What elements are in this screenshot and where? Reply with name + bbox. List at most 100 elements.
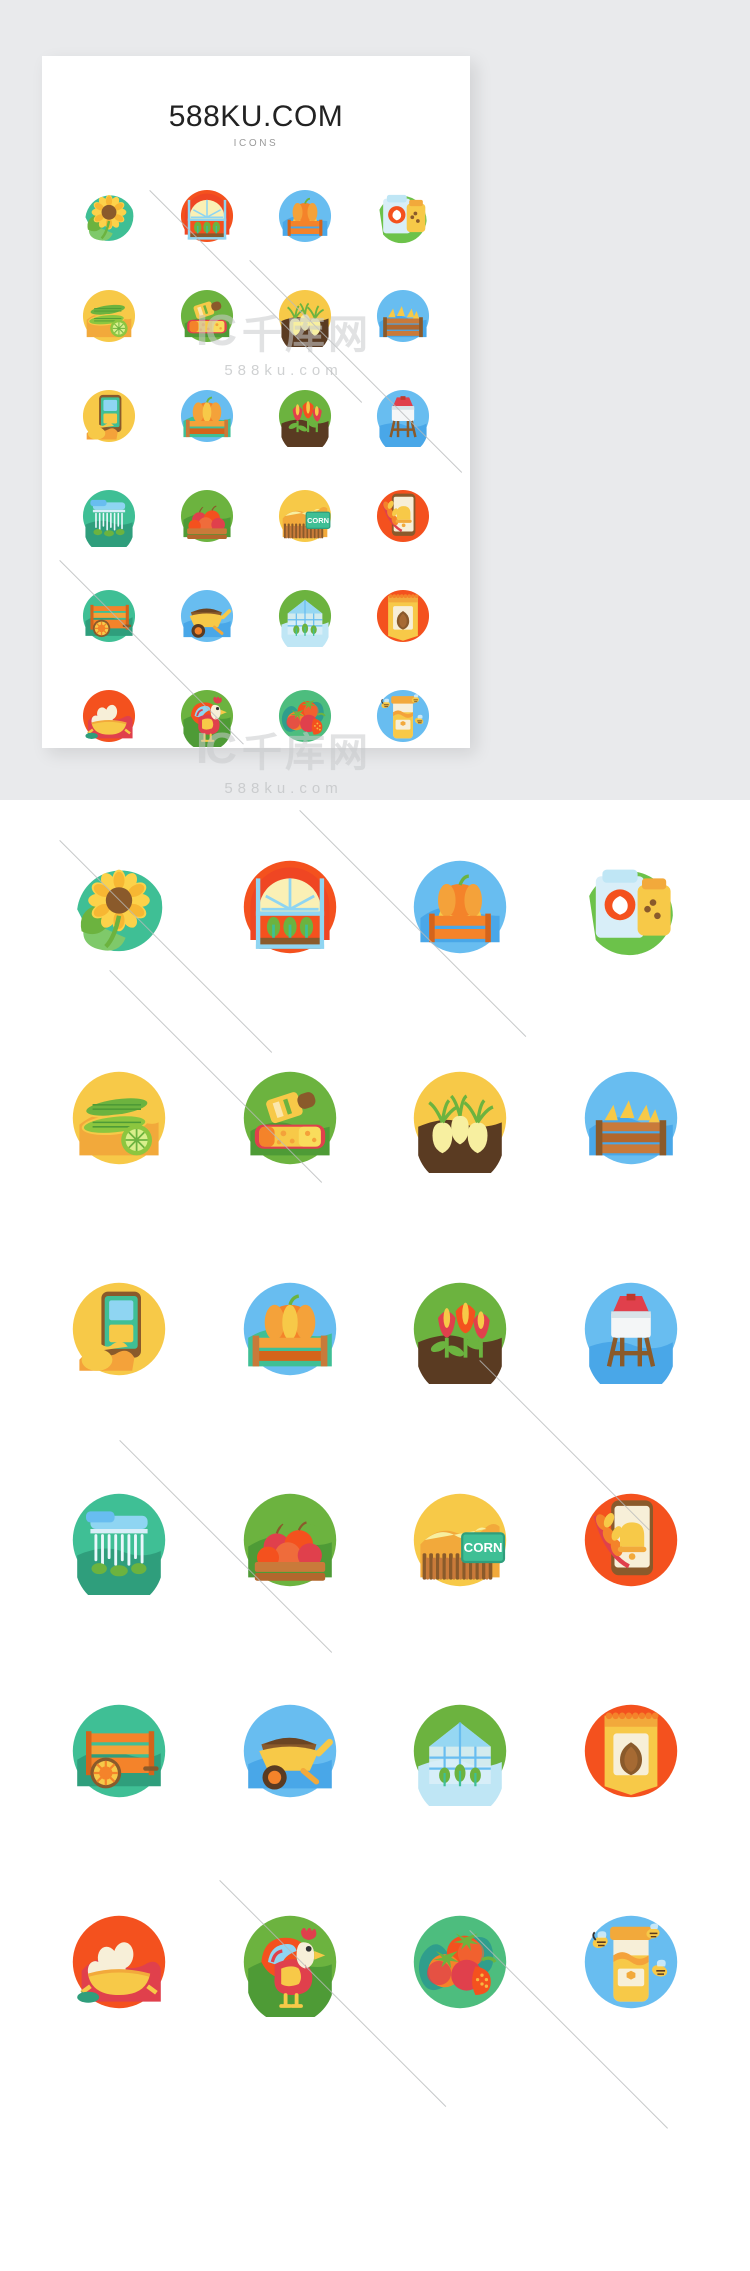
pumpkin-cart-icon[interactable]	[274, 185, 336, 247]
irrigation-icon[interactable]	[78, 485, 140, 555]
icon-cell-large-eggs-basket[interactable]	[64, 1907, 174, 2022]
sunflower-icon[interactable]	[78, 185, 140, 247]
cheese-and-wine-icon[interactable]	[176, 285, 238, 347]
icon-cell-large-wheelbarrow[interactable]	[235, 1696, 345, 1811]
icon-preview-card: 588KU.COM ICONS CORN	[42, 56, 470, 752]
icon-cell-farm-app[interactable]	[78, 385, 140, 452]
eggs-basket-icon[interactable]	[64, 1907, 174, 2017]
icon-cell-large-honey-jar[interactable]	[576, 1907, 686, 2022]
wheat-phone-icon[interactable]	[576, 1485, 686, 1595]
tulip-field-icon[interactable]	[405, 1274, 515, 1397]
glass-greenhouse-icon[interactable]	[274, 585, 336, 655]
page-title: 588KU.COM	[168, 100, 344, 133]
farming-app-icon[interactable]	[78, 385, 140, 447]
wheelbarrow-icon[interactable]	[235, 1696, 345, 1806]
icon-cell-large-greenhouse[interactable]	[235, 852, 345, 967]
pumpkin-crate-icon[interactable]	[235, 1274, 345, 1384]
icon-cell-eggs-basket[interactable]	[78, 685, 140, 752]
icon-cell-large-tulips[interactable]	[405, 1274, 515, 1397]
icon-cell-wheat-phone[interactable]	[372, 485, 434, 552]
icon-cell-honey-jar[interactable]	[372, 685, 434, 752]
cheese-and-wine-icon[interactable]	[235, 1063, 345, 1173]
svg-text:CORN: CORN	[307, 516, 329, 525]
hay-wagon-icon[interactable]	[576, 1063, 686, 1173]
icon-cell-seed-bag[interactable]	[372, 185, 434, 252]
corn-cobs-icon[interactable]	[78, 285, 140, 347]
honey-jar-bees-icon[interactable]	[576, 1907, 686, 2017]
icon-cell-large-wheat-phone[interactable]	[576, 1485, 686, 1600]
icon-grid-large: CORN	[0, 800, 750, 2025]
icon-cell-greenhouse[interactable]	[176, 185, 238, 252]
eggs-basket-icon[interactable]	[78, 685, 140, 747]
icon-cell-greenhouse-2[interactable]	[274, 585, 336, 655]
icon-cell-apple-crate[interactable]	[176, 485, 238, 552]
icon-cell-corn-cobs[interactable]	[78, 285, 140, 352]
icon-cell-large-orange-cart[interactable]	[64, 1696, 174, 1811]
icon-cell-tomatoes[interactable]	[274, 685, 336, 752]
hay-wagon-icon[interactable]	[372, 285, 434, 347]
icon-cell-pumpkin-crate[interactable]	[176, 385, 238, 452]
irrigation-icon[interactable]	[64, 1485, 174, 1608]
water-tower-icon[interactable]	[576, 1274, 686, 1397]
icon-cell-pumpkin-cart[interactable]	[274, 185, 336, 252]
seed-packet-icon[interactable]	[576, 1696, 686, 1806]
icon-cell-water-tower[interactable]	[372, 385, 434, 455]
rooster-icon[interactable]	[176, 685, 238, 752]
honey-jar-bees-icon[interactable]	[372, 685, 434, 747]
icon-cell-hay-wagon[interactable]	[372, 285, 434, 352]
corn-cobs-icon[interactable]	[64, 1063, 174, 1173]
svg-text:CORN: CORN	[464, 1540, 503, 1555]
icon-cell-large-cheese-wine[interactable]	[235, 1063, 345, 1178]
sunflower-icon[interactable]	[64, 852, 174, 962]
page-subtitle: ICONS	[233, 138, 279, 149]
pumpkin-crate-icon[interactable]	[176, 385, 238, 447]
icon-cell-large-seed-bag[interactable]	[576, 852, 686, 967]
seed-bag-icon[interactable]	[576, 852, 686, 962]
icon-cell-rooster[interactable]	[176, 685, 238, 752]
glass-greenhouse-icon[interactable]	[405, 1696, 515, 1819]
icon-cell-large-tomatoes[interactable]	[405, 1907, 515, 2022]
greenhouse-icon[interactable]	[176, 185, 238, 247]
wheat-phone-icon[interactable]	[372, 485, 434, 547]
tomatoes-icon[interactable]	[405, 1907, 515, 2017]
apple-crate-icon[interactable]	[176, 485, 238, 547]
wheelbarrow-icon[interactable]	[176, 585, 238, 647]
corn-field-sign-icon[interactable]: CORN	[274, 485, 336, 547]
pumpkin-cart-icon[interactable]	[405, 852, 515, 962]
icon-cell-corn-field[interactable]: CORN	[274, 485, 336, 552]
icon-cell-large-pumpkin-cart[interactable]	[405, 852, 515, 967]
icon-cell-large-hay-wagon[interactable]	[576, 1063, 686, 1178]
icon-cell-cheese-wine[interactable]	[176, 285, 238, 352]
icon-cell-irrigation[interactable]	[78, 485, 140, 555]
tulip-field-icon[interactable]	[274, 385, 336, 455]
icon-cell-large-seed-packet[interactable]	[576, 1696, 686, 1811]
icon-cell-large-farm-app[interactable]	[64, 1274, 174, 1389]
icon-cell-large-water-tower[interactable]	[576, 1274, 686, 1397]
seed-packet-icon[interactable]	[372, 585, 434, 647]
icon-cell-large-turnips[interactable]	[405, 1063, 515, 1186]
icon-cell-large-corn-field[interactable]: CORN	[405, 1485, 515, 1600]
icon-cell-seed-packet[interactable]	[372, 585, 434, 652]
orange-cart-icon[interactable]	[78, 585, 140, 647]
icon-cell-wheelbarrow[interactable]	[176, 585, 238, 652]
icon-cell-large-sunflower[interactable]	[64, 852, 174, 967]
icon-cell-large-corn-cobs[interactable]	[64, 1063, 174, 1178]
icon-cell-large-rooster[interactable]	[235, 1907, 345, 2025]
orange-cart-icon[interactable]	[64, 1696, 174, 1806]
seed-bag-icon[interactable]	[372, 185, 434, 247]
water-tower-icon[interactable]	[372, 385, 434, 455]
turnip-harvest-icon[interactable]	[405, 1063, 515, 1186]
rooster-icon[interactable]	[235, 1907, 345, 2025]
farming-app-icon[interactable]	[64, 1274, 174, 1384]
icon-cell-large-irrigation[interactable]	[64, 1485, 174, 1608]
icon-cell-large-pumpkin-crate[interactable]	[235, 1274, 345, 1389]
greenhouse-icon[interactable]	[235, 852, 345, 962]
icon-cell-large-apple-crate[interactable]	[235, 1485, 345, 1600]
icon-cell-large-greenhouse-2[interactable]	[405, 1696, 515, 1819]
icon-cell-sunflower[interactable]	[78, 185, 140, 252]
apple-crate-icon[interactable]	[235, 1485, 345, 1595]
icon-cell-orange-cart[interactable]	[78, 585, 140, 652]
tomatoes-icon[interactable]	[274, 685, 336, 747]
icon-cell-tulips[interactable]	[274, 385, 336, 455]
corn-field-sign-icon[interactable]: CORN	[405, 1485, 515, 1595]
